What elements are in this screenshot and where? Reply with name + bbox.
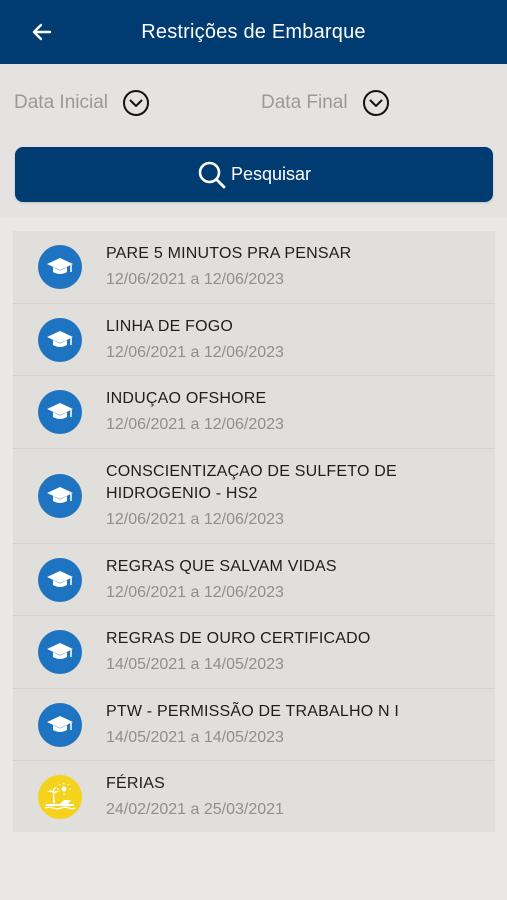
item-title: PTW - PERMISSÃO DE TRABALHO N I bbox=[106, 702, 400, 720]
graduation-cap-icon bbox=[38, 245, 82, 289]
filter-panel: Data Inicial Data Final Pesquisar bbox=[0, 64, 507, 218]
graduation-cap-icon bbox=[38, 630, 82, 674]
graduation-cap-icon bbox=[38, 474, 82, 518]
list-item-text: PARE 5 MINUTOS PRA PENSAR 12/06/2021 a 1… bbox=[106, 243, 485, 291]
list-item-text: LINHA DE FOGO 12/06/2021 a 12/06/2023 bbox=[106, 316, 485, 364]
graduation-cap-icon bbox=[38, 557, 82, 602]
graduation-cap-icon bbox=[38, 702, 82, 747]
list-item[interactable]: FÉRIAS 24/02/2021 a 25/03/2021 bbox=[13, 761, 495, 832]
start-date-label: Data Inicial bbox=[14, 92, 108, 113]
end-date-picker[interactable]: Data Final bbox=[261, 88, 390, 118]
search-icon bbox=[198, 161, 226, 188]
start-date-picker[interactable]: Data Inicial bbox=[14, 88, 150, 118]
list-item[interactable]: REGRAS DE OURO CERTIFICADO 14/05/2021 a … bbox=[13, 616, 495, 689]
beach-vacation-icon bbox=[38, 774, 82, 819]
item-dates: 24/02/2021 a 25/03/2021 bbox=[106, 800, 284, 818]
list-item-text: PTW - PERMISSÃO DE TRABALHO N I 14/05/20… bbox=[106, 701, 485, 749]
page-title: Restrições de Embarque bbox=[141, 20, 366, 43]
chevron-down-circle-icon bbox=[123, 90, 149, 116]
search-button[interactable]: Pesquisar bbox=[15, 147, 493, 202]
list-item-text: REGRAS DE OURO CERTIFICADO 14/05/2021 a … bbox=[106, 628, 485, 676]
list-item-text: REGRAS QUE SALVAM VIDAS 12/06/2021 a 12/… bbox=[106, 556, 485, 604]
chevron-down-circle-icon bbox=[362, 90, 389, 116]
list-item[interactable]: INDUÇAO OFSHORE 12/06/2021 a 12/06/2023 bbox=[13, 376, 495, 449]
list-item[interactable]: LINHA DE FOGO 12/06/2021 a 12/06/2023 bbox=[13, 304, 495, 376]
list-item[interactable]: PTW - PERMISSÃO DE TRABALHO N I 14/05/20… bbox=[13, 689, 495, 761]
list-item[interactable]: REGRAS QUE SALVAM VIDAS 12/06/2021 a 12/… bbox=[13, 544, 495, 616]
item-dates: 12/06/2021 a 12/06/2023 bbox=[106, 271, 284, 288]
item-title: FÉRIAS bbox=[106, 774, 165, 792]
graduation-cap-icon bbox=[38, 390, 82, 434]
item-title: CONSCIENTIZAÇAO DE SULFETO DE HIDROGENIO… bbox=[106, 463, 397, 502]
arrow-left-icon bbox=[32, 23, 52, 41]
item-dates: 12/06/2021 a 12/06/2023 bbox=[106, 416, 284, 433]
app-header: Restrições de Embarque bbox=[0, 0, 507, 64]
back-button[interactable] bbox=[28, 18, 56, 46]
graduation-cap-icon bbox=[38, 317, 82, 362]
search-button-label: Pesquisar bbox=[230, 164, 312, 184]
list-item-text: CONSCIENTIZAÇAO DE SULFETO DE HIDROGENIO… bbox=[106, 461, 485, 531]
item-title: PARE 5 MINUTOS PRA PENSAR bbox=[106, 245, 352, 262]
list-item[interactable]: PARE 5 MINUTOS PRA PENSAR 12/06/2021 a 1… bbox=[13, 231, 495, 304]
item-title: LINHA DE FOGO bbox=[106, 317, 234, 335]
item-dates: 14/05/2021 a 14/05/2023 bbox=[106, 728, 284, 746]
item-dates: 14/05/2021 a 14/05/2023 bbox=[106, 656, 284, 673]
item-dates: 12/06/2021 a 12/06/2023 bbox=[106, 583, 284, 601]
item-dates: 12/06/2021 a 12/06/2023 bbox=[106, 511, 284, 528]
item-title: REGRAS QUE SALVAM VIDAS bbox=[106, 557, 337, 575]
end-date-label: Data Final bbox=[261, 92, 348, 113]
item-dates: 12/06/2021 a 12/06/2023 bbox=[106, 343, 284, 361]
item-title: INDUÇAO OFSHORE bbox=[106, 390, 267, 407]
list-item-text: FÉRIAS 24/02/2021 a 25/03/2021 bbox=[106, 773, 485, 821]
list-item[interactable]: CONSCIENTIZAÇAO DE SULFETO DE HIDROGENIO… bbox=[13, 449, 495, 544]
item-title: REGRAS DE OURO CERTIFICADO bbox=[106, 630, 371, 647]
restrictions-list: PARE 5 MINUTOS PRA PENSAR 12/06/2021 a 1… bbox=[13, 231, 495, 832]
list-item-text: INDUÇAO OFSHORE 12/06/2021 a 12/06/2023 bbox=[106, 388, 485, 436]
